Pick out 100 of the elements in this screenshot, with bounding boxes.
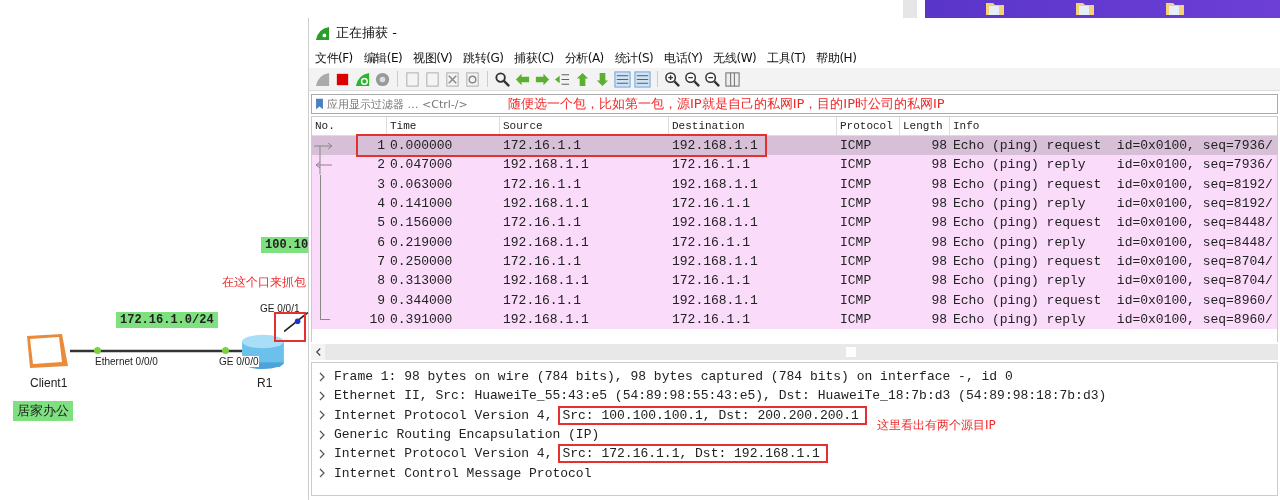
packet-row[interactable]: 6 0.219000 192.168.1.1 172.16.1.1 ICMP 98 Echo (ping) reply id=0x0100, seq=8448/	[312, 232, 1277, 252]
table-cell-text: 0.047000	[389, 157, 454, 173]
detail-text: Generic Routing Encapsulation (IP)	[334, 427, 600, 443]
table-cell-text: 98	[930, 292, 948, 308]
column-header[interactable]: Length	[900, 117, 950, 135]
packet-row[interactable]: 5 0.156000 172.16.1.1 192.168.1.1 ICMP 98 Echo (ping) request id=0x0100, seq=8448/	[312, 213, 1277, 233]
table-cell-text: ICMP	[839, 157, 873, 173]
table-cell-text: 7	[376, 253, 386, 269]
shark-fin-icon	[315, 25, 330, 41]
search-icon[interactable]	[494, 70, 511, 88]
table-cell-text: 8	[376, 273, 386, 289]
filter-field[interactable]: 应用显示过滤器 … <Ctrl-/>	[327, 97, 505, 111]
menu-item[interactable]: 无线(W)	[713, 49, 757, 67]
folder-icon[interactable]	[1165, 0, 1185, 16]
folder-icon[interactable]	[1075, 0, 1095, 16]
table-cell-text: Echo (ping) reply id=0x0100, seq=8704/	[952, 273, 1274, 289]
column-header[interactable]: Destination	[669, 117, 837, 135]
table-cell-text: 172.16.1.1	[671, 196, 751, 212]
table-cell-text: ICMP	[839, 234, 873, 250]
table-cell-text: 192.168.1.1	[502, 273, 590, 289]
detail-text: Src: 172.16.1.1, Dst: 192.168.1.1	[558, 444, 828, 464]
columns-icon[interactable]	[724, 70, 741, 88]
table-cell-text: 98	[930, 176, 948, 192]
lines-icon[interactable]	[634, 70, 651, 88]
table-cell-text: 172.16.1.1	[502, 138, 582, 154]
table-cell-text: 9	[376, 292, 386, 308]
table-cell-text: ICMP	[839, 292, 873, 308]
packet-row[interactable]: 8 0.313000 192.168.1.1 172.16.1.1 ICMP 98 Echo (ping) reply id=0x0100, seq=8704/	[312, 271, 1277, 291]
table-cell-text: 98	[930, 273, 948, 289]
table-cell-text: 172.16.1.1	[671, 273, 751, 289]
scroll-icon[interactable]	[614, 70, 631, 88]
node-label: Client1	[30, 376, 68, 390]
table-cell-text: 172.16.1.1	[502, 292, 582, 308]
packet-row[interactable]: 2 0.047000 192.168.1.1 172.16.1.1 ICMP 98 Echo (ping) reply id=0x0100, seq=7936/	[312, 155, 1277, 175]
bookmark-icon[interactable]	[315, 98, 324, 110]
packet-row[interactable]: 1 0.000000 172.16.1.1 192.168.1.1 ICMP 98 Echo (ping) request id=0x0100, seq=7936/	[312, 136, 1277, 156]
packet-row[interactable]: 4 0.141000 192.168.1.1 172.16.1.1 ICMP 98 Echo (ping) reply id=0x0100, seq=8192/	[312, 193, 1277, 214]
window-title: 正在捕获 -	[336, 24, 397, 42]
table-cell-text: 6	[376, 234, 386, 250]
folder-icon[interactable]	[985, 0, 1005, 16]
zoom-in-icon[interactable]	[664, 70, 681, 88]
table-cell-text: Echo (ping) request id=0x0100, seq=8192/	[952, 176, 1274, 192]
menu-item[interactable]: 统计(S)	[614, 49, 654, 67]
table-cell-text: Echo (ping) reply id=0x0100, seq=8192/	[952, 196, 1274, 212]
detail-text: Internet Control Message Protocol	[334, 465, 592, 481]
horizontal-scrollbar[interactable]	[311, 344, 1278, 360]
detail-text: Internet Protocol Version 4,	[334, 446, 553, 462]
table-cell-text: 172.16.1.1	[671, 157, 751, 173]
packet-row[interactable]: 7 0.250000 172.16.1.1 192.168.1.1 ICMP 98 Echo (ping) request id=0x0100, seq=8704/	[312, 251, 1277, 272]
scrollbar	[903, 0, 917, 18]
packet-row[interactable]: 9 0.344000 172.16.1.1 192.168.1.1 ICMP 98 Echo (ping) request id=0x0100, seq=8960/	[312, 290, 1277, 310]
menu-item[interactable]: 电话(Y)	[664, 49, 703, 67]
table-cell-text: 10	[368, 311, 386, 327]
zoom-icon[interactable]	[704, 70, 721, 88]
table-cell-text: 192.168.1.1	[502, 196, 590, 212]
table-cell-text: 0.250000	[389, 253, 454, 269]
column-header[interactable]: Info	[950, 117, 1277, 135]
table-cell-text: 0.391000	[389, 311, 454, 327]
menu-item[interactable]: 捕获(C)	[514, 49, 554, 67]
table-cell-text: 172.16.1.1	[502, 215, 582, 231]
http-client-icon[interactable]	[24, 332, 70, 370]
highlight-box	[274, 312, 306, 342]
menu-item[interactable]: 跳转(G)	[463, 49, 504, 67]
port-dot	[94, 347, 101, 354]
table-cell-text: 0.344000	[389, 292, 454, 308]
menu-item[interactable]: 帮助(H)	[816, 49, 857, 67]
table-cell-text: ICMP	[839, 176, 873, 192]
table-cell-text: 98	[930, 311, 948, 327]
gear-icon[interactable]	[374, 70, 391, 88]
table-cell-text: 98	[930, 215, 948, 231]
table-cell-text: 4	[376, 196, 386, 212]
column-header[interactable]: Time	[387, 117, 500, 135]
table-cell-text: 0.063000	[389, 176, 454, 192]
restart-icon[interactable]	[354, 70, 371, 88]
close-file-icon[interactable]	[444, 70, 461, 88]
menu-item[interactable]: 分析(A)	[564, 49, 604, 67]
table-cell-text: 98	[930, 196, 948, 212]
annotation-text: 这里看出有两个源目IP	[877, 416, 996, 434]
scroll-left-icon[interactable]	[311, 344, 325, 360]
packet-row[interactable]: 3 0.063000 172.16.1.1 192.168.1.1 ICMP 98 Echo (ping) request id=0x0100, seq=8192/	[312, 174, 1277, 194]
detail-text: Frame 1: 98 bytes on wire (784 bits), 98 bytes captured (784 bits) on interface -, id 0	[334, 369, 1013, 385]
column-header[interactable]: No.	[312, 117, 387, 135]
table-cell-text: 3	[376, 176, 386, 192]
table-cell-text: 192.168.1.1	[502, 311, 590, 327]
table-cell-text: 192.168.1.1	[671, 138, 759, 154]
menu-item[interactable]: 工具(T)	[767, 49, 806, 67]
table-cell-text: 192.168.1.1	[671, 292, 759, 308]
menu-item[interactable]: 文件(F)	[315, 49, 353, 67]
column-header[interactable]: Protocol	[837, 117, 900, 135]
table-cell-text: 0.313000	[389, 273, 454, 289]
packet-row[interactable]: 10 0.391000 192.168.1.1 172.16.1.1 ICMP 98 Echo (ping) reply id=0x0100, seq=8960/	[312, 309, 1277, 329]
table-cell-text: 172.16.1.1	[502, 176, 582, 192]
table-cell-text: ICMP	[839, 273, 873, 289]
table-cell-text: 98	[930, 138, 948, 154]
menu-item[interactable]: 视图(V)	[413, 49, 453, 67]
reload-icon[interactable]	[464, 70, 481, 88]
menu-item[interactable]: 编辑(E)	[363, 49, 403, 67]
column-header[interactable]: Source	[500, 117, 669, 135]
zoom-out-icon[interactable]	[684, 70, 701, 88]
table-cell-text: 192.168.1.1	[502, 234, 590, 250]
